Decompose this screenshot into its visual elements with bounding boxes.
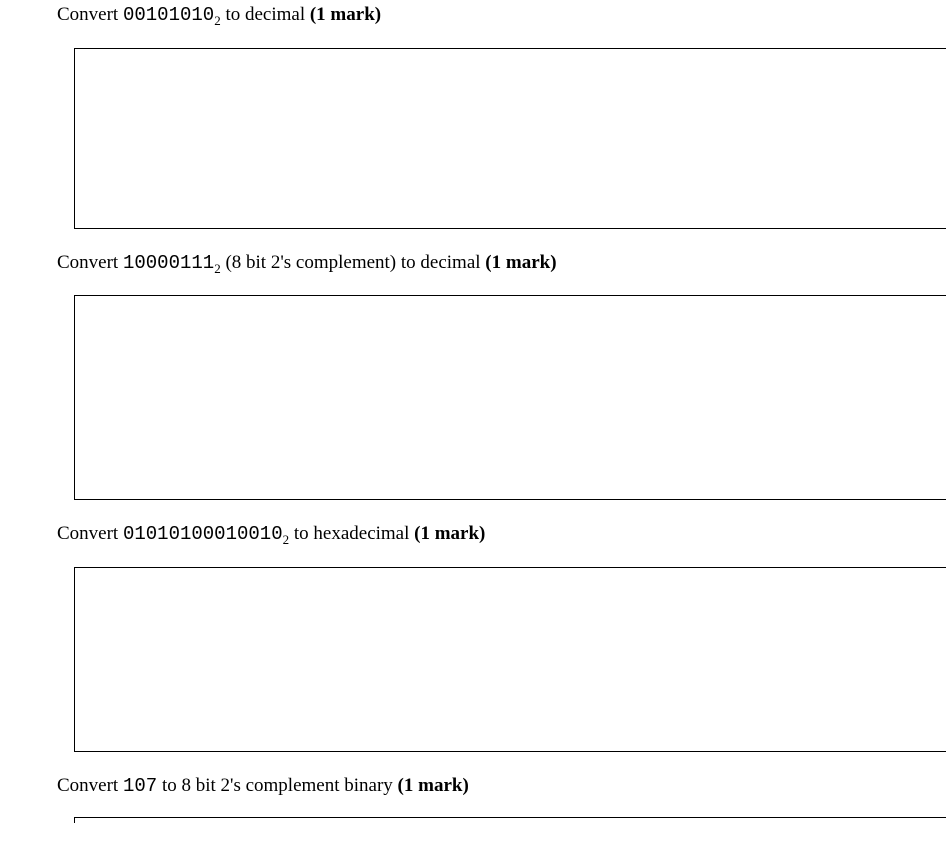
- question-block-3: Convert 010101000100102 to hexadecimal (…: [57, 522, 946, 752]
- question-marks: (1 mark): [485, 252, 556, 273]
- question-block-2: Convert 100001112 (8 bit 2's complement)…: [57, 251, 946, 501]
- question-prefix: Convert: [57, 4, 123, 25]
- question-target: to hexadecimal: [289, 523, 414, 544]
- question-text: Convert 100001112 (8 bit 2's complement)…: [57, 251, 946, 278]
- answer-box[interactable]: [74, 48, 946, 229]
- question-text: Convert 001010102 to decimal (1 mark): [57, 3, 946, 30]
- question-value: 107: [123, 775, 157, 797]
- answer-box[interactable]: [74, 295, 946, 500]
- question-prefix: Convert: [57, 252, 123, 273]
- question-text: Convert 010101000100102 to hexadecimal (…: [57, 522, 946, 549]
- question-target: to 8 bit 2's complement binary: [157, 775, 397, 796]
- question-text: Convert 107 to 8 bit 2's complement bina…: [57, 774, 946, 799]
- question-value: 00101010: [123, 4, 214, 26]
- question-prefix: Convert: [57, 775, 123, 796]
- question-marks: (1 mark): [398, 775, 469, 796]
- question-target: (8 bit 2's complement) to decimal: [221, 252, 486, 273]
- question-prefix: Convert: [57, 523, 123, 544]
- question-target: to decimal: [221, 4, 310, 25]
- question-block-4: Convert 107 to 8 bit 2's complement bina…: [57, 774, 946, 823]
- answer-box[interactable]: [74, 817, 946, 823]
- question-block-1: Convert 001010102 to decimal (1 mark): [57, 3, 946, 229]
- answer-box[interactable]: [74, 567, 946, 752]
- question-value: 10000111: [123, 252, 214, 274]
- question-marks: (1 mark): [414, 523, 485, 544]
- question-marks: (1 mark): [310, 4, 381, 25]
- question-value: 01010100010010: [123, 523, 283, 545]
